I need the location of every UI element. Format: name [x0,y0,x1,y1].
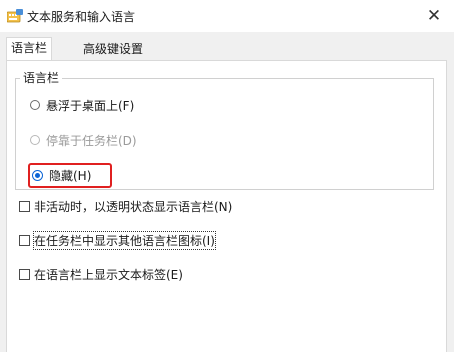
radio-button-checked[interactable] [32,169,43,181]
window-title: 文本服务和输入语言 [27,10,136,24]
radio-button[interactable] [30,100,40,110]
checkbox-label: 在语言栏上显示文本标签(E) [34,267,183,282]
checkbox[interactable] [19,200,30,212]
title-bar: 文本服务和输入语言 ✕ [0,0,454,32]
group-legend: 语言栏 [20,71,63,85]
checkbox-label: 在任务栏中显示其他语言栏图标(I) [33,230,216,250]
checkbox[interactable] [19,234,30,246]
radio-dock-in-taskbar: 停靠于任务栏(D) [30,131,137,149]
language-bar-groupbox: 语言栏 悬浮于桌面上(F) 停靠于任务栏(D) 隐藏(H) [15,71,434,190]
checkbox-label: 非活动时，以透明状态显示语言栏(N) [34,199,233,214]
radio-button-disabled [30,135,40,145]
radio-hidden[interactable]: 隐藏(H) [32,166,91,184]
radio-label: 悬浮于桌面上(F) [46,98,135,113]
close-icon: ✕ [426,6,442,26]
tab-language-bar[interactable]: 语言栏 [6,37,53,60]
checkbox-show-additional-icons[interactable]: 在任务栏中显示其他语言栏图标(I) [19,230,216,250]
radio-label: 隐藏(H) [49,168,92,183]
close-button[interactable]: ✕ [414,0,454,32]
tab-panel: 语言栏 悬浮于桌面上(F) 停靠于任务栏(D) 隐藏(H) 非活动时，以透明状态… [6,60,447,352]
keyboard-language-icon [7,9,23,23]
dialog-client-area: 语言栏 高级键设置 语言栏 悬浮于桌面上(F) 停靠于任务栏(D) 隐藏(H) … [0,32,454,352]
checkbox[interactable] [19,268,30,280]
tab-advanced-key-settings[interactable]: 高级键设置 [79,40,147,59]
checkbox-show-text-labels[interactable]: 在语言栏上显示文本标签(E) [19,265,183,283]
checkbox-transparent-when-inactive[interactable]: 非活动时，以透明状态显示语言栏(N) [19,197,232,215]
radio-float-on-desktop[interactable]: 悬浮于桌面上(F) [30,96,134,114]
radio-label: 停靠于任务栏(D) [46,133,137,148]
